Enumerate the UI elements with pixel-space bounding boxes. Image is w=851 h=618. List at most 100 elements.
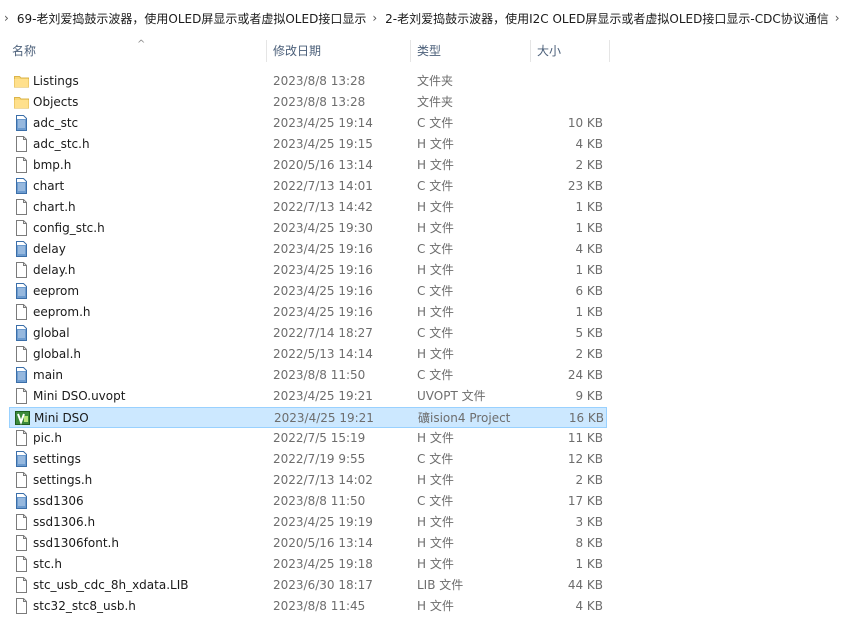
file-type: H 文件 (417, 200, 454, 214)
file-row[interactable]: adc_stc.h 2023/4/25 19:15 H 文件 4 KB (9, 134, 607, 155)
file-row[interactable]: stc.h 2023/4/25 19:18 H 文件 1 KB (9, 554, 607, 575)
file-type: C 文件 (417, 179, 454, 193)
file-type: C 文件 (417, 116, 454, 130)
file-row[interactable]: Listings 2023/8/8 13:28 文件夹 (9, 71, 607, 92)
file-icon (14, 220, 29, 236)
file-row[interactable]: global 2022/7/14 18:27 C 文件 5 KB (9, 323, 607, 344)
file-row[interactable]: config_stc.h 2023/4/25 19:30 H 文件 1 KB (9, 218, 607, 239)
file-icon (14, 598, 29, 614)
file-size: 6 KB (575, 284, 603, 298)
file-icon (14, 136, 29, 152)
file-type: C 文件 (417, 284, 454, 298)
file-row[interactable]: eeprom.h 2023/4/25 19:16 H 文件 1 KB (9, 302, 607, 323)
column-header-size-label: 大小 (537, 44, 562, 58)
c-file-icon (14, 493, 29, 509)
file-row[interactable]: stc_usb_cdc_8h_xdata.LIB 2023/6/30 18:17 L… (9, 575, 607, 596)
file-size (529, 92, 603, 113)
file-size: 11 KB (567, 431, 603, 445)
file-type: H 文件 (417, 599, 454, 613)
c-file-icon (14, 115, 29, 131)
breadcrumb-item-current[interactable]: 2-老刘爱捣鼓示波器，使用I2C OLED屏显示或者虚拟OLED接口显示-CDC… (383, 10, 831, 27)
c-file-icon (14, 241, 29, 257)
column-header-name[interactable]: 名称 ^ (6, 36, 266, 66)
file-date: 2023/8/8 11:45 (273, 599, 366, 613)
file-type: H 文件 (417, 263, 454, 277)
file-type: UVOPT 文件 (417, 389, 486, 403)
file-date: 2023/8/8 11:50 (273, 494, 366, 508)
file-icon (14, 304, 29, 320)
file-type: H 文件 (417, 431, 454, 445)
file-row[interactable]: pic.h 2022/7/5 15:19 H 文件 11 KB (9, 428, 607, 449)
file-row[interactable]: Mini DSO 2023/4/25 19:21 礦ision4 Project 16… (9, 407, 607, 428)
file-row[interactable]: settings.h 2022/7/13 14:02 H 文件 2 KB (9, 470, 607, 491)
file-type: H 文件 (417, 473, 454, 487)
file-row[interactable]: stc32_stc8_usb.h 2023/8/8 11:45 H 文件 4 KB (9, 596, 607, 617)
file-row[interactable]: eeprom 2023/4/25 19:16 C 文件 6 KB (9, 281, 607, 302)
file-row[interactable]: adc_stc 2023/4/25 19:14 C 文件 10 KB (9, 113, 607, 134)
file-name: stc32_stc8_usb.h (33, 599, 136, 613)
file-type: H 文件 (417, 536, 454, 550)
file-size: 5 KB (575, 326, 603, 340)
file-name: ssd1306.h (33, 515, 96, 529)
file-size: 3 KB (575, 515, 603, 529)
file-date: 2023/4/25 19:14 (273, 116, 373, 130)
file-type: C 文件 (417, 452, 454, 466)
file-size: 24 KB (567, 368, 603, 382)
chevron-right-icon[interactable]: › (831, 11, 846, 25)
file-row[interactable]: delay.h 2023/4/25 19:16 H 文件 1 KB (9, 260, 607, 281)
file-row[interactable]: ssd1306font.h 2020/5/16 13:14 H 文件 8 KB (9, 533, 607, 554)
file-date: 2023/4/25 19:21 (273, 389, 373, 403)
file-type: H 文件 (417, 557, 454, 571)
chevron-right-icon[interactable]: › (368, 11, 383, 25)
file-icon (14, 157, 29, 173)
file-row[interactable]: bmp.h 2020/5/16 13:14 H 文件 2 KB (9, 155, 607, 176)
file-icon (14, 388, 29, 404)
file-date: 2023/4/25 19:18 (273, 557, 373, 571)
column-header-date[interactable]: 修改日期 (267, 36, 410, 66)
c-file-icon (14, 325, 29, 341)
file-row[interactable]: settings 2022/7/19 9:55 C 文件 12 KB (9, 449, 607, 470)
folder-icon (14, 73, 29, 89)
file-date: 2023/6/30 18:17 (273, 578, 373, 592)
column-divider[interactable] (609, 40, 610, 62)
file-type: 文件夹 (417, 74, 454, 88)
keil-project-icon (15, 410, 30, 426)
folder-icon (14, 94, 29, 110)
chevron-right-icon[interactable]: › (0, 11, 15, 25)
file-date: 2022/7/19 9:55 (273, 452, 366, 466)
file-name: main (33, 368, 63, 382)
file-size: 4 KB (575, 137, 603, 151)
file-row[interactable]: ssd1306.h 2023/4/25 19:19 H 文件 3 KB (9, 512, 607, 533)
column-header-type-label: 类型 (417, 44, 442, 58)
file-row[interactable]: chart 2022/7/13 14:01 C 文件 23 KB (9, 176, 607, 197)
file-name: stc_usb_cdc_8h_xdata.LIB (33, 578, 189, 592)
file-name: settings.h (33, 473, 93, 487)
file-row[interactable]: main 2023/8/8 11:50 C 文件 24 KB (9, 365, 607, 386)
breadcrumb-item-parent[interactable]: 69-老刘爱捣鼓示波器，使用OLED屏显示或者虚拟OLED接口显示 (15, 10, 369, 27)
file-icon (14, 514, 29, 530)
file-row[interactable]: delay 2023/4/25 19:16 C 文件 4 KB (9, 239, 607, 260)
c-file-icon (14, 451, 29, 467)
c-file-icon (14, 367, 29, 383)
file-name: bmp.h (33, 158, 72, 172)
file-name: adc_stc.h (33, 137, 90, 151)
file-icon (14, 199, 29, 215)
file-row[interactable]: chart.h 2022/7/13 14:42 H 文件 1 KB (9, 197, 607, 218)
file-name: adc_stc (33, 116, 79, 130)
file-row[interactable]: Objects 2023/8/8 13:28 文件夹 (9, 92, 607, 113)
file-size: 1 KB (575, 557, 603, 571)
file-size: 12 KB (567, 452, 603, 466)
file-date: 2023/8/8 13:28 (273, 74, 366, 88)
file-size: 44 KB (567, 578, 603, 592)
file-row[interactable]: Mini DSO.uvopt 2023/4/25 19:21 UVOPT 文件 9 K… (9, 386, 607, 407)
file-row[interactable]: ssd1306 2023/8/8 11:50 C 文件 17 KB (9, 491, 607, 512)
file-row[interactable]: global.h 2022/5/13 14:14 H 文件 2 KB (9, 344, 607, 365)
column-header-type[interactable]: 类型 (411, 36, 530, 66)
file-size: 16 KB (568, 411, 604, 425)
file-date: 2023/4/25 19:16 (273, 263, 373, 277)
file-size: 1 KB (575, 221, 603, 235)
file-name: pic.h (33, 431, 62, 445)
column-header-size[interactable]: 大小 (531, 36, 609, 66)
file-name: delay.h (33, 263, 76, 277)
file-type: H 文件 (417, 221, 454, 235)
